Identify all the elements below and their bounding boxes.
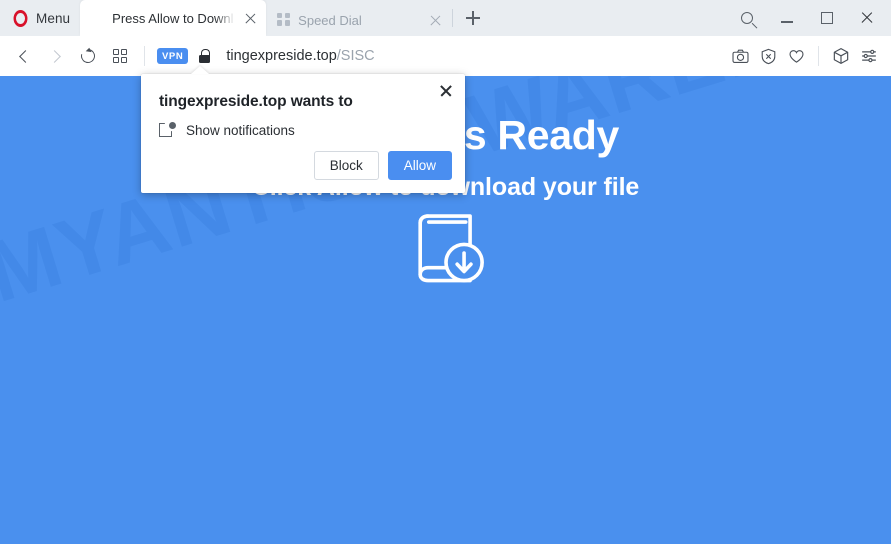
notification-permission-popup: tingexpreside.top wants to Show notifica…	[141, 66, 465, 193]
popup-close-icon[interactable]	[437, 82, 455, 100]
camera-snapshot-icon[interactable]	[726, 40, 754, 72]
tab-title: Press Allow to Downl	[112, 10, 234, 26]
toolbar-divider	[818, 46, 819, 66]
tab-separator	[452, 9, 454, 27]
popup-title: tingexpreside.top wants to	[159, 93, 353, 110]
tab-press-allow-to-download[interactable]: Press Allow to Downl	[80, 0, 267, 36]
address-bar[interactable]: VPN tingexpreside.top/SISC	[153, 40, 726, 72]
vpn-badge[interactable]: VPN	[157, 48, 189, 64]
popup-permission-label: Show notifications	[186, 122, 295, 138]
browser-window: Menu Press Allow to Downl Speed Dial VPN…	[0, 0, 891, 544]
toolbar-right-icons	[726, 40, 883, 72]
new-tab-plus-icon[interactable]	[459, 4, 487, 32]
tab-close-icon[interactable]	[242, 10, 259, 27]
padlock-icon[interactable]	[199, 49, 211, 63]
tab-strip: Menu Press Allow to Downl Speed Dial	[0, 0, 891, 36]
url-path: /SISC	[336, 48, 375, 64]
minimize-icon[interactable]	[767, 1, 807, 35]
maximize-icon[interactable]	[807, 1, 847, 35]
block-button[interactable]: Block	[313, 150, 379, 180]
opera-o-icon	[13, 9, 28, 27]
opera-menu-button[interactable]: Menu	[0, 0, 80, 36]
navigation-toolbar: VPN tingexpreside.top/SISC	[0, 36, 891, 76]
popup-permission-row: Show notifications	[159, 122, 295, 138]
book-download-icon	[417, 214, 484, 283]
menu-label: Menu	[36, 10, 71, 26]
search-icon[interactable]	[727, 1, 767, 35]
easy-setup-sliders-icon[interactable]	[855, 40, 883, 72]
popup-pointer-arrow	[191, 66, 209, 74]
toolbar-divider	[144, 46, 145, 66]
forward-button[interactable]	[40, 40, 72, 72]
close-icon[interactable]	[847, 1, 887, 35]
ad-blocker-shield-icon[interactable]	[754, 40, 782, 72]
heart-favorites-icon[interactable]	[782, 40, 810, 72]
speed-dial-button[interactable]	[104, 40, 136, 72]
back-button[interactable]	[8, 40, 40, 72]
download-icon-wrapper	[0, 204, 891, 290]
cube-extensions-icon[interactable]	[827, 40, 855, 72]
grid-icon	[277, 12, 291, 28]
show-notifications-icon	[159, 122, 176, 138]
url-domain: tingexpreside.top	[226, 48, 337, 64]
reload-button[interactable]	[72, 40, 104, 72]
tab-speed-dial[interactable]: Speed Dial	[266, 4, 451, 36]
popup-actions: Block Allow	[313, 150, 452, 180]
tab-title: Speed Dial	[298, 12, 362, 28]
window-controls	[727, 0, 891, 36]
allow-button[interactable]: Allow	[387, 150, 452, 180]
tab-close-icon[interactable]	[427, 12, 444, 29]
url-text: tingexpreside.top/SISC	[226, 48, 374, 64]
document-icon	[91, 11, 105, 26]
